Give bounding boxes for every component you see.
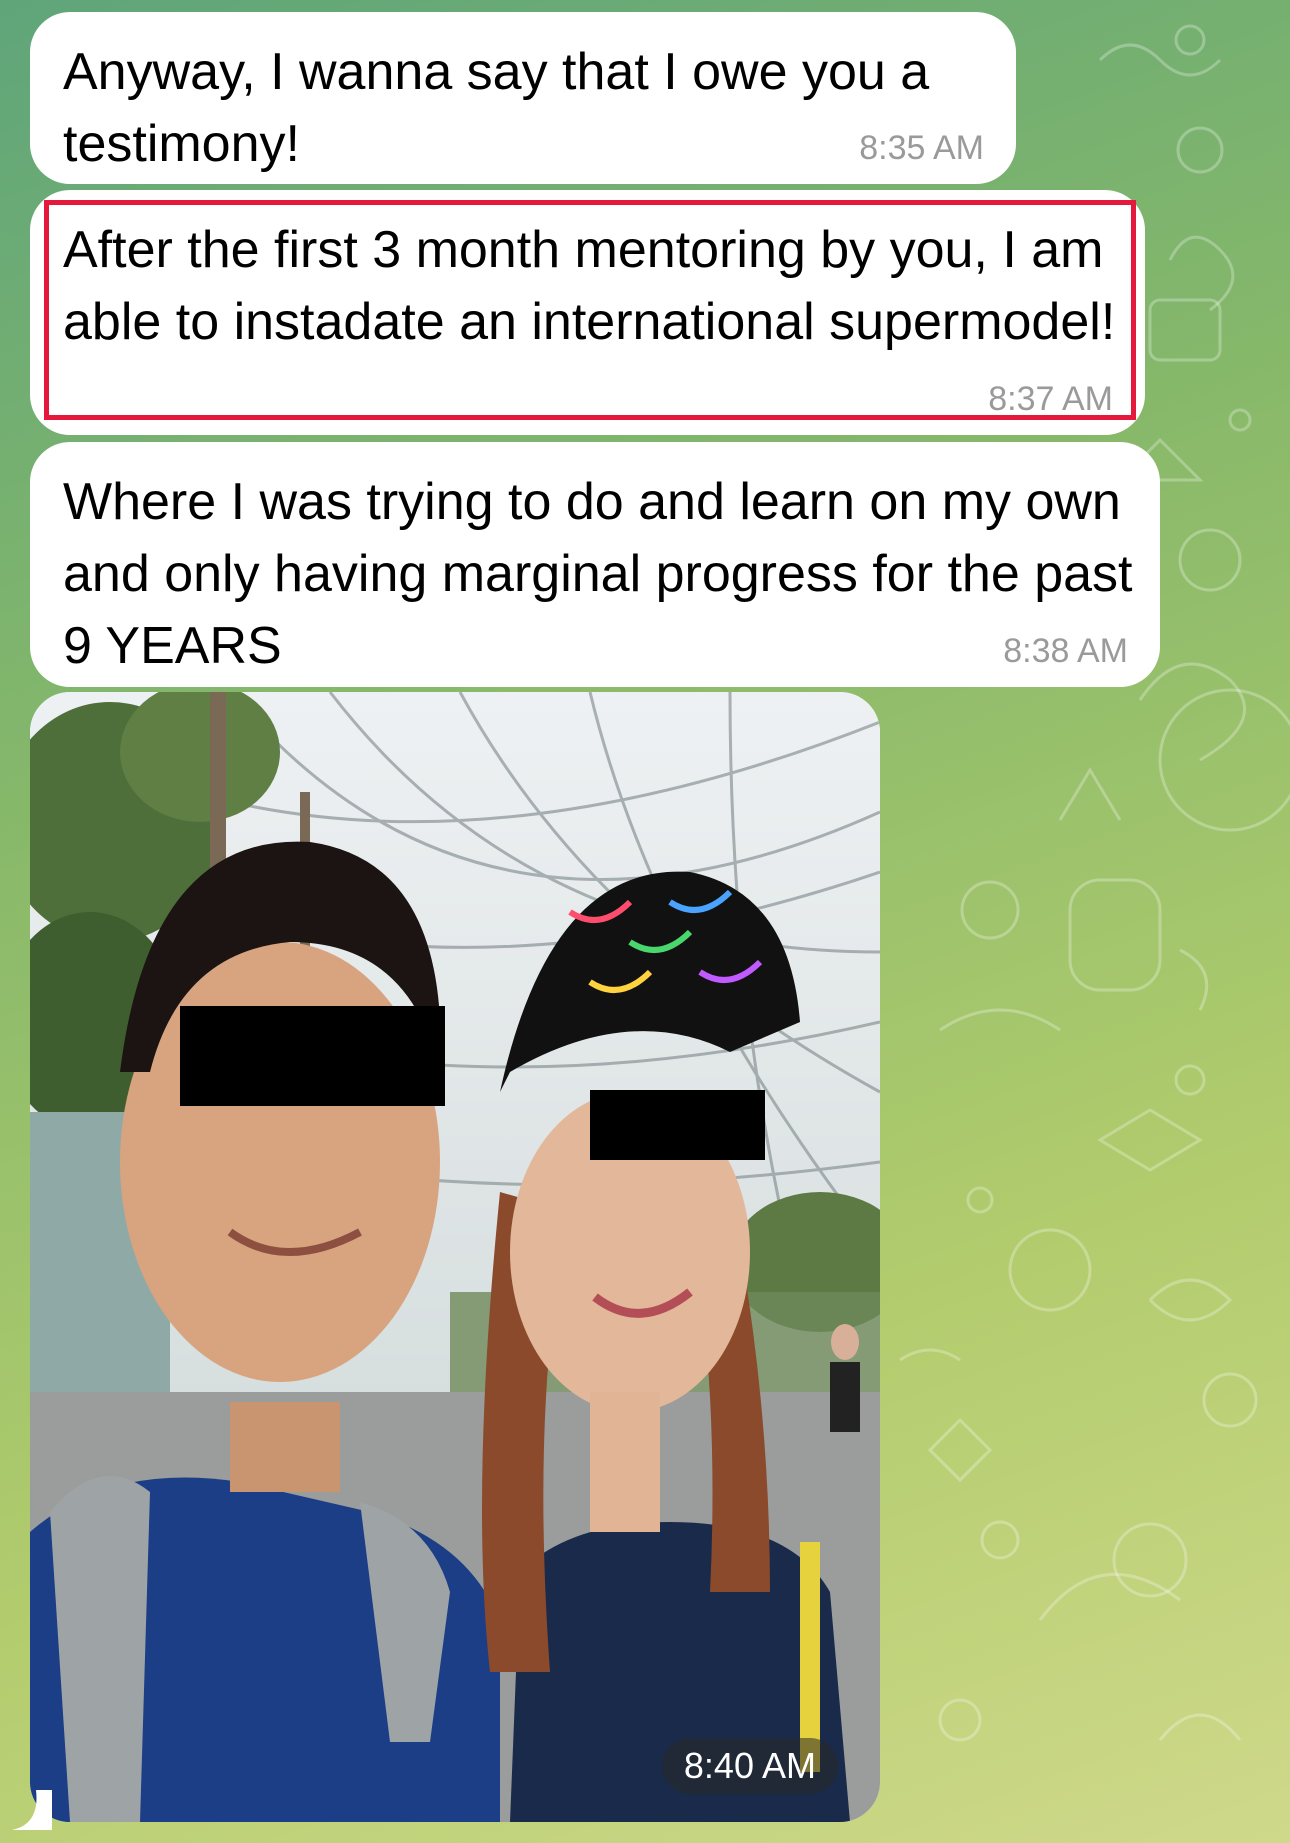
- message-timestamp: 8:38 AM: [1003, 632, 1128, 670]
- message-timestamp: 8:35 AM: [859, 129, 984, 167]
- message-text: Where I was trying to do and learn on my…: [63, 473, 1133, 675]
- message-bubble-3[interactable]: Where I was trying to do and learn on my…: [30, 442, 1160, 687]
- photo-timestamp: 8:40 AM: [661, 1738, 838, 1794]
- message-text: Anyway, I wanna say that I owe you a tes…: [63, 43, 930, 173]
- selfie-photo[interactable]: [30, 692, 880, 1822]
- bubble-tail: [12, 1790, 52, 1830]
- photo-message[interactable]: 8:40 AM: [30, 692, 880, 1822]
- highlight-box: [44, 200, 1136, 420]
- message-bubble-1[interactable]: Anyway, I wanna say that I owe you a tes…: [30, 12, 1016, 184]
